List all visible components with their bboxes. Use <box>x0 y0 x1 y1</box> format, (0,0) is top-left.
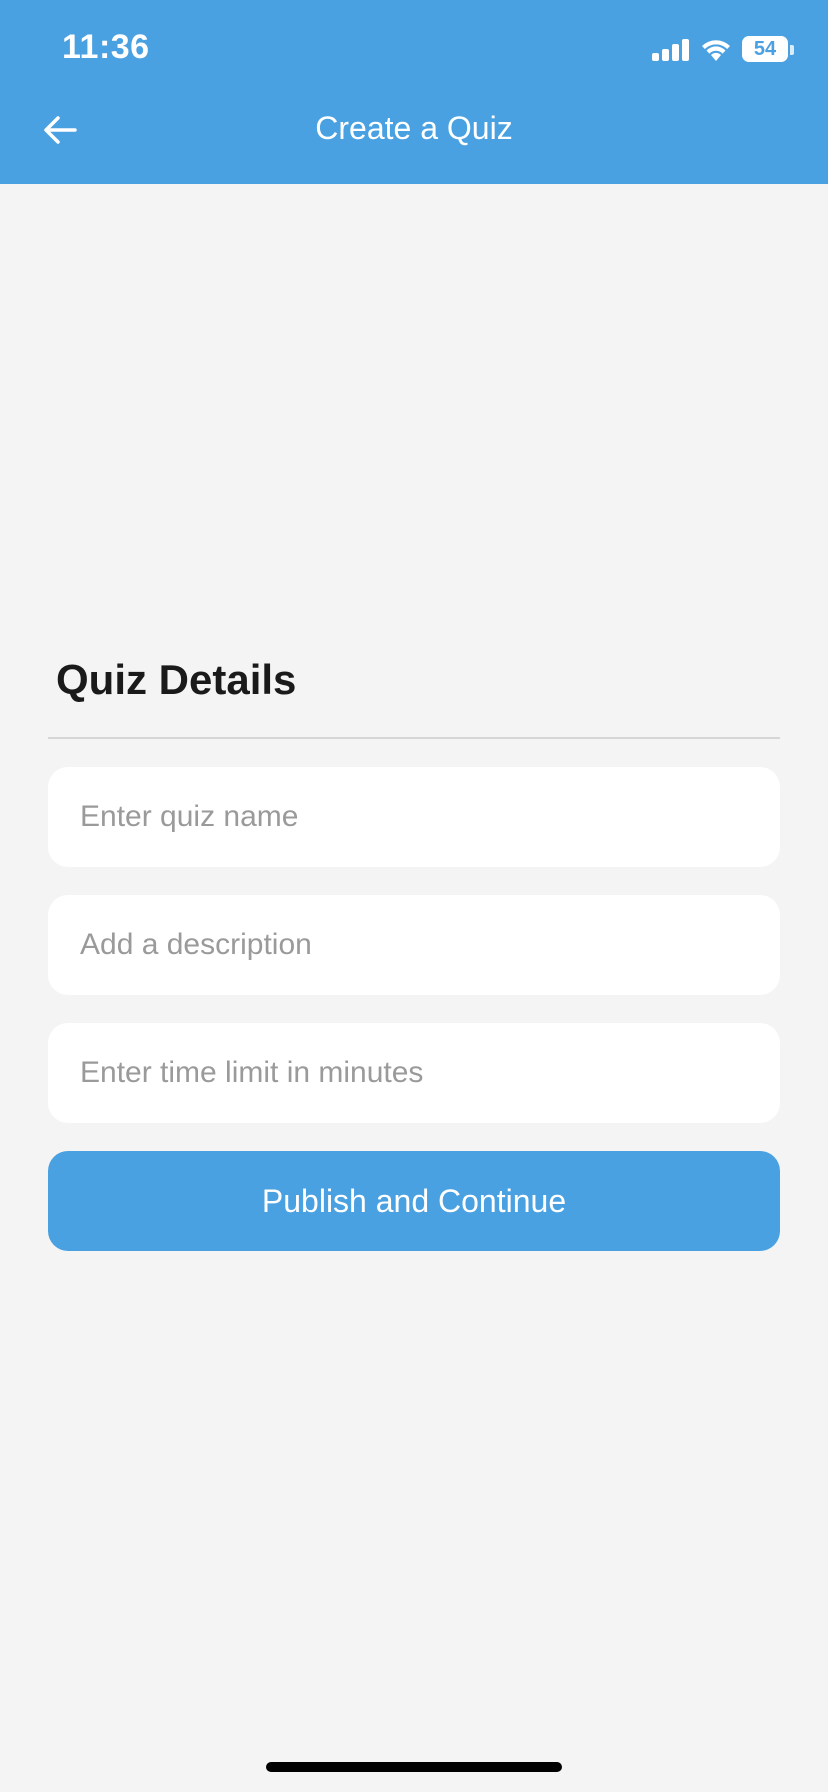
description-input[interactable] <box>48 895 780 995</box>
section-title: Quiz Details <box>56 656 297 703</box>
status-time: 11:36 <box>62 28 150 66</box>
wifi-icon <box>702 40 730 61</box>
section-divider <box>48 737 780 739</box>
quiz-name-input[interactable] <box>48 767 780 867</box>
app-header: 11:36 54 Create a Quiz <box>0 0 828 184</box>
battery-icon: 54 <box>742 36 796 64</box>
publish-and-continue-button[interactable]: Publish and Continue <box>48 1151 780 1251</box>
time-limit-input[interactable] <box>48 1023 780 1123</box>
home-indicator <box>266 1762 562 1772</box>
status-icons: 54 <box>652 34 796 66</box>
battery-level: 54 <box>753 38 777 60</box>
page-title: Create a Quiz <box>315 110 513 146</box>
signal-icon <box>652 39 689 61</box>
